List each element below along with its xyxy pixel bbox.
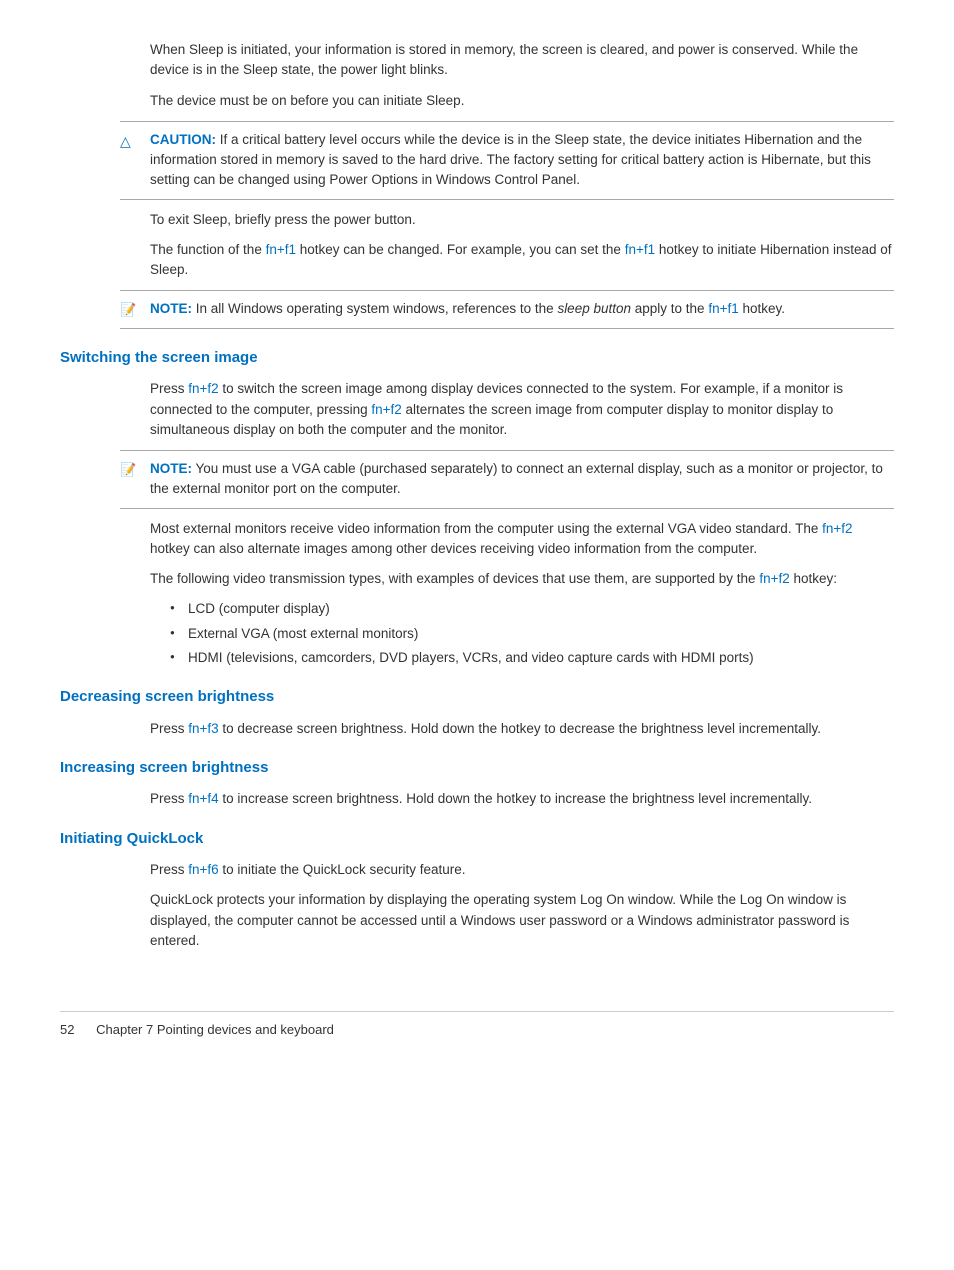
note-icon-1: 📝 xyxy=(120,300,140,320)
intro-para3: To exit Sleep, briefly press the power b… xyxy=(150,210,894,230)
intro-para4: The function of the fn+f1 hotkey can be … xyxy=(150,240,894,281)
note-box-2: 📝 NOTE: You must use a VGA cable (purcha… xyxy=(120,450,894,509)
fn-f1-link-1[interactable]: fn+f1 xyxy=(266,242,296,257)
fn-f2-link-1[interactable]: fn+f2 xyxy=(188,381,218,396)
fn-f3-link[interactable]: fn+f3 xyxy=(188,721,218,736)
caution-body: If a critical battery level occurs while… xyxy=(150,132,871,188)
bullet-item-hdmi: HDMI (televisions, camcorders, DVD playe… xyxy=(170,648,894,668)
fn-f4-link[interactable]: fn+f4 xyxy=(188,791,218,806)
fn-f2-link-4[interactable]: fn+f2 xyxy=(759,571,789,586)
fn-f1-link-2[interactable]: fn+f1 xyxy=(625,242,655,257)
section4-para1: Press fn+f6 to initiate the QuickLock se… xyxy=(150,860,894,880)
page-content: When Sleep is initiated, your informatio… xyxy=(60,40,894,1040)
chapter-label: Chapter 7 Pointing devices and keyboard xyxy=(96,1022,334,1037)
fn-f2-link-3[interactable]: fn+f2 xyxy=(822,521,852,536)
caution-box: △ CAUTION: If a critical battery level o… xyxy=(120,121,894,200)
section1-para1: Press fn+f2 to switch the screen image a… xyxy=(150,379,894,440)
section1-bullets: LCD (computer display) External VGA (mos… xyxy=(170,599,894,668)
section1-para2: Most external monitors receive video inf… xyxy=(150,519,894,560)
page-number: 52 xyxy=(60,1022,74,1037)
fn-f6-link[interactable]: fn+f6 xyxy=(188,862,218,877)
section2-para1: Press fn+f3 to decrease screen brightnes… xyxy=(150,719,894,739)
section3-heading: Increasing screen brightness xyxy=(60,757,894,780)
fn-f1-note-link[interactable]: fn+f1 xyxy=(708,301,738,316)
section1-heading: Switching the screen image xyxy=(60,347,894,370)
fn-f2-link-2[interactable]: fn+f2 xyxy=(371,402,401,417)
note-text-1: NOTE: In all Windows operating system wi… xyxy=(150,299,785,319)
note-box-1: 📝 NOTE: In all Windows operating system … xyxy=(120,290,894,329)
caution-icon: △ xyxy=(120,131,140,152)
bullet-item-vga: External VGA (most external monitors) xyxy=(170,624,894,644)
section2-heading: Decreasing screen brightness xyxy=(60,686,894,709)
note-icon-2: 📝 xyxy=(120,460,140,480)
page-footer: 52 Chapter 7 Pointing devices and keyboa… xyxy=(60,1011,894,1040)
note-text-2: NOTE: You must use a VGA cable (purchase… xyxy=(150,459,894,500)
section3-para1: Press fn+f4 to increase screen brightnes… xyxy=(150,789,894,809)
section1-para3: The following video transmission types, … xyxy=(150,569,894,589)
section4-heading: Initiating QuickLock xyxy=(60,828,894,851)
intro-para1: When Sleep is initiated, your informatio… xyxy=(150,40,894,81)
section4-para2: QuickLock protects your information by d… xyxy=(150,890,894,951)
caution-label: CAUTION: xyxy=(150,132,216,147)
caution-text: CAUTION: If a critical battery level occ… xyxy=(150,130,894,191)
intro-para2: The device must be on before you can ini… xyxy=(150,91,894,111)
bullet-item-lcd: LCD (computer display) xyxy=(170,599,894,619)
